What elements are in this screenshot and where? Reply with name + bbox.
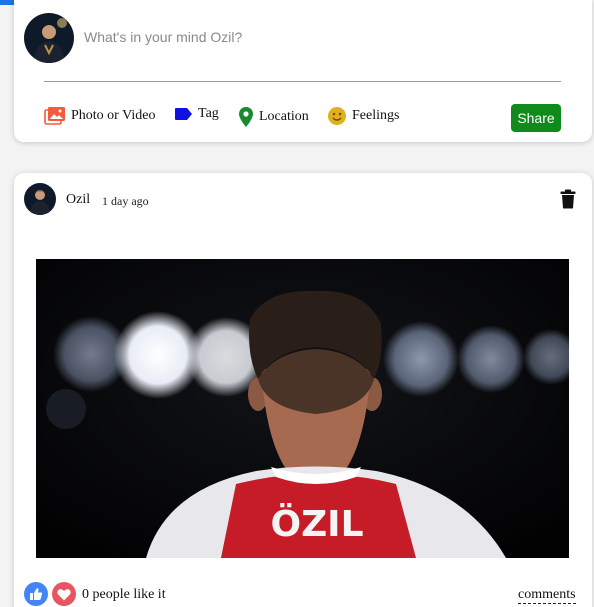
jersey-name-text: ÖZIL [270, 503, 363, 545]
status-input[interactable] [84, 24, 504, 50]
feelings-option[interactable]: Feelings [327, 106, 399, 126]
tag-option[interactable]: Tag [174, 106, 219, 122]
feelings-label: Feelings [352, 108, 400, 123]
avatar[interactable] [24, 13, 74, 63]
heart-icon[interactable] [52, 582, 76, 606]
thumbs-up-icon[interactable] [24, 582, 48, 606]
comments-link[interactable]: comments [518, 587, 576, 604]
photo-or-video-label: Photo or Video [71, 108, 156, 123]
post-timestamp: 1 day ago [102, 194, 149, 208]
divider [44, 81, 561, 82]
share-button[interactable]: Share [511, 104, 561, 132]
likes-count-text: 0 people like it [82, 587, 166, 602]
tag-label: Tag [198, 106, 219, 121]
location-label: Location [259, 109, 309, 124]
post-username[interactable]: Ozil [66, 192, 90, 208]
post-avatar[interactable] [24, 183, 56, 215]
post-image: ÖZIL [36, 259, 569, 558]
composer-card: Photo or Video Tag Location Feel [14, 0, 592, 142]
feelings-icon [327, 106, 347, 126]
trash-icon[interactable] [560, 189, 576, 214]
post-card: Ozil 1 day ago ÖZIL 0 people like it com… [14, 173, 592, 607]
photo-icon [44, 106, 66, 126]
photo-or-video-option[interactable]: Photo or Video [44, 106, 155, 126]
location-option[interactable]: Location [238, 106, 309, 128]
tag-icon [174, 107, 193, 121]
location-icon [238, 106, 254, 128]
